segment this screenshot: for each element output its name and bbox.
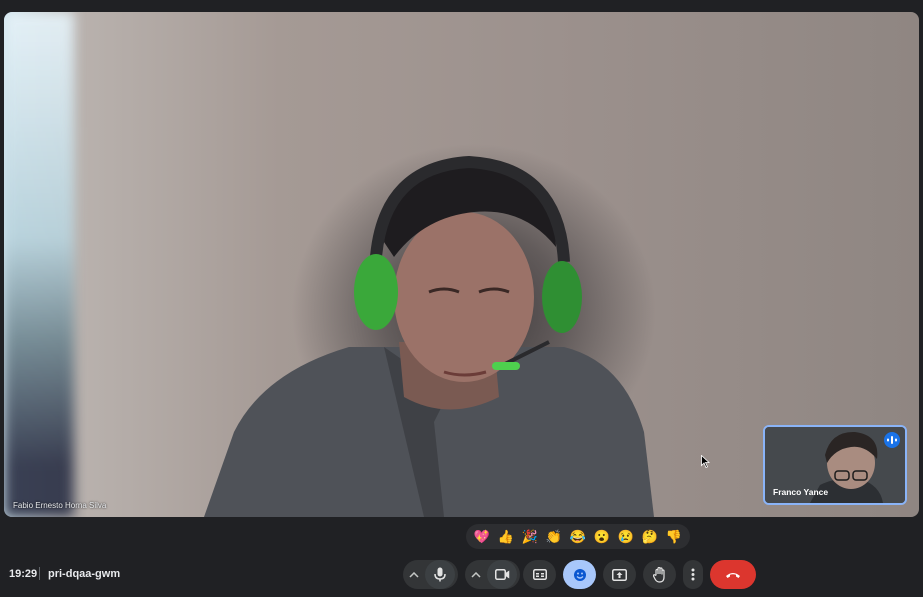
camera-control-group xyxy=(465,560,520,589)
reaction-heart[interactable]: 💖 xyxy=(471,530,493,543)
leave-call-button[interactable] xyxy=(710,560,756,589)
participant-name-label: Fabio Ernesto Horna Silva xyxy=(13,501,107,510)
more-options-button[interactable] xyxy=(683,560,703,589)
reaction-thinking[interactable]: 🤔 xyxy=(639,530,661,543)
emoji-icon xyxy=(573,568,586,581)
more-vertical-icon xyxy=(691,568,695,581)
reaction-surprised[interactable]: 😮 xyxy=(591,530,613,543)
microphone-control-group xyxy=(403,560,458,589)
raise-hand-button[interactable] xyxy=(643,560,676,589)
speaking-indicator-icon xyxy=(884,432,900,448)
meeting-code[interactable]: pri-dqaa-gwm xyxy=(48,568,120,580)
chevron-up-icon xyxy=(409,571,419,578)
meeting-time: 19:29 xyxy=(9,568,38,580)
mouse-cursor-icon xyxy=(701,455,710,468)
microphone-button[interactable] xyxy=(425,560,455,589)
footer-divider xyxy=(39,567,40,580)
self-view-tile[interactable]: Franco Yance xyxy=(763,425,907,505)
chevron-up-icon xyxy=(471,571,481,578)
end-call-icon xyxy=(726,572,740,578)
top-bar xyxy=(0,0,923,12)
camera-button[interactable] xyxy=(487,560,517,589)
reaction-sad[interactable]: 😢 xyxy=(615,530,637,543)
video-options-button[interactable] xyxy=(465,560,487,589)
reaction-thumbs-up[interactable]: 👍 xyxy=(495,530,517,543)
reaction-thumbs-down[interactable]: 👎 xyxy=(663,530,685,543)
audio-options-button[interactable] xyxy=(403,560,425,589)
reactions-bar: 💖 👍 🎉 👏 😂 😮 😢 🤔 👎 xyxy=(466,524,690,549)
self-view-name-label: Franco Yance xyxy=(773,487,829,497)
captions-button[interactable] xyxy=(523,560,556,589)
reaction-clap[interactable]: 👏 xyxy=(543,530,565,543)
microphone-icon xyxy=(434,567,446,582)
present-screen-icon xyxy=(612,568,627,581)
reactions-button[interactable] xyxy=(563,560,596,589)
closed-captions-icon xyxy=(532,569,547,580)
reaction-party[interactable]: 🎉 xyxy=(519,530,541,543)
present-screen-button[interactable] xyxy=(603,560,636,589)
camera-icon xyxy=(494,569,509,580)
reaction-laugh[interactable]: 😂 xyxy=(567,530,589,543)
raise-hand-icon xyxy=(652,566,665,583)
